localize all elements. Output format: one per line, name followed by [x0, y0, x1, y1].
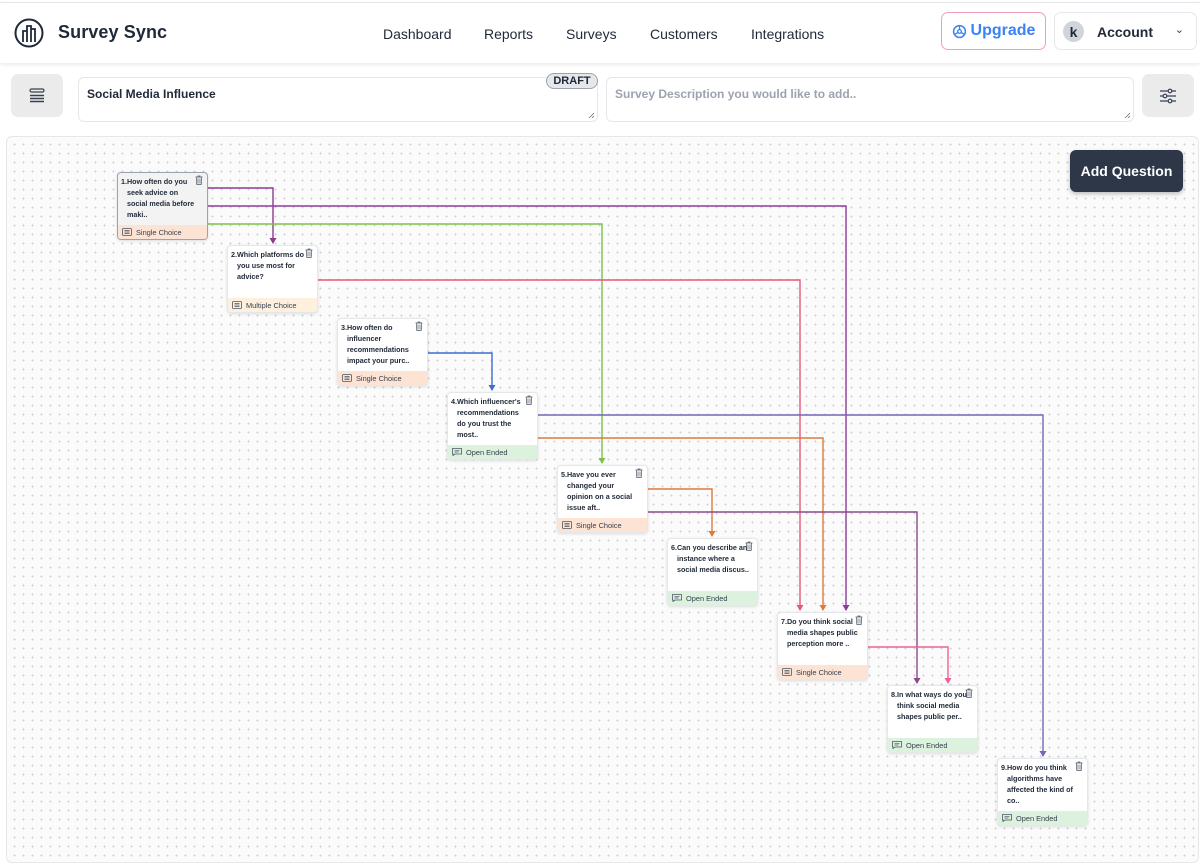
brand-name[interactable]: Survey Sync	[58, 22, 167, 43]
question-type-footer: Single Choice	[558, 518, 647, 532]
question-text: 2.Which platforms do you use most for ad…	[231, 250, 305, 281]
upgrade-button[interactable]: Upgrade	[941, 12, 1046, 50]
question-type-label: Single Choice	[576, 520, 622, 530]
comment-icon	[672, 594, 682, 602]
add-question-button[interactable]: Add Question	[1070, 150, 1183, 192]
question-type-label: Open Ended	[686, 593, 728, 603]
trash-icon[interactable]	[525, 395, 533, 405]
question-list-button[interactable]	[11, 74, 63, 117]
comment-icon	[1002, 814, 1012, 822]
question-node[interactable]: 7.Do you think social media shapes publi…	[777, 612, 868, 680]
question-type-label: Multiple Choice	[246, 300, 297, 310]
question-type-footer: Multiple Choice	[228, 298, 317, 312]
question-node[interactable]: 2.Which platforms do you use most for ad…	[227, 245, 318, 313]
question-text: 9.How do you think algorithms have affec…	[1001, 763, 1073, 805]
trash-icon[interactable]	[635, 468, 643, 478]
settings-button[interactable]	[1142, 74, 1194, 117]
question-node[interactable]: 5.Have you ever changed your opinion on …	[557, 465, 648, 533]
question-text: 4.Which influencer's recommendations do …	[451, 397, 521, 439]
survey-title-input[interactable]: Social Media Influence	[78, 77, 598, 122]
nav-dashboard[interactable]: Dashboard	[383, 26, 452, 42]
single-choice-icon	[122, 228, 132, 236]
account-menu-button[interactable]: k Account ⌄	[1054, 12, 1197, 50]
question-node[interactable]: 6.Can you describe an instance where a s…	[667, 538, 758, 606]
question-type-label: Single Choice	[356, 373, 402, 383]
question-text: 7.Do you think social media shapes publi…	[781, 617, 858, 648]
comment-icon	[452, 448, 462, 456]
avatar: k	[1063, 21, 1084, 42]
single-choice-icon	[782, 668, 792, 676]
nav-integrations[interactable]: Integrations	[751, 26, 824, 42]
list-icon	[29, 87, 45, 102]
trash-icon[interactable]	[965, 688, 973, 698]
question-text: 8.In what ways do you think social media…	[891, 690, 967, 721]
multiple-choice-icon	[232, 301, 242, 309]
question-type-label: Single Choice	[796, 667, 842, 677]
upgrade-label: Upgrade	[970, 22, 1036, 39]
question-node[interactable]: 4.Which influencer's recommendations do …	[447, 392, 538, 460]
question-node[interactable]: 3.How often do influencer recommendation…	[337, 318, 428, 386]
question-type-footer: Single Choice	[778, 665, 867, 679]
question-type-label: Open Ended	[906, 740, 948, 750]
account-label: Account	[1097, 24, 1153, 40]
question-type-footer: Single Choice	[338, 371, 427, 385]
question-node[interactable]: 1.How often do you seek advice on social…	[117, 172, 208, 240]
trash-icon[interactable]	[305, 248, 313, 258]
survey-title-text: Social Media Influence	[87, 87, 216, 101]
question-type-label: Open Ended	[1016, 813, 1058, 823]
nav-customers[interactable]: Customers	[650, 26, 718, 42]
chevron-down-icon: ⌄	[1174, 24, 1184, 36]
question-text: 1.How often do you seek advice on social…	[121, 177, 195, 219]
question-type-footer: Open Ended	[888, 738, 977, 752]
question-text: 3.How often do influencer recommendation…	[341, 323, 410, 365]
survey-description-input[interactable]: Survey Description you would like to add…	[606, 77, 1134, 122]
question-text: 5.Have you ever changed your opinion on …	[561, 470, 633, 512]
sliders-icon	[1160, 88, 1176, 103]
question-node[interactable]: 8.In what ways do you think social media…	[887, 685, 978, 753]
gear-icon	[952, 24, 966, 38]
status-badge: DRAFT	[546, 73, 598, 89]
question-type-label: Single Choice	[136, 227, 182, 237]
comment-icon	[892, 741, 902, 749]
question-type-label: Open Ended	[466, 447, 508, 457]
trash-icon[interactable]	[855, 615, 863, 625]
single-choice-icon	[342, 374, 352, 382]
question-text: 6.Can you describe an instance where a s…	[671, 543, 749, 574]
question-type-footer: Open Ended	[998, 811, 1087, 825]
top-navbar: Survey Sync Dashboard Reports Surveys Cu…	[0, 2, 1200, 63]
trash-icon[interactable]	[195, 175, 203, 185]
resize-handle-icon[interactable]	[1124, 112, 1131, 119]
question-type-footer: Single Choice	[118, 225, 207, 239]
description-placeholder: Survey Description you would like to add…	[615, 87, 857, 101]
trash-icon[interactable]	[1075, 761, 1083, 771]
chart-circle-icon[interactable]	[14, 18, 44, 48]
trash-icon[interactable]	[415, 321, 423, 331]
question-type-footer: Open Ended	[448, 445, 537, 459]
resize-handle-icon[interactable]	[588, 112, 595, 119]
single-choice-icon	[562, 521, 572, 529]
question-type-footer: Open Ended	[668, 591, 757, 605]
trash-icon[interactable]	[745, 541, 753, 551]
question-node[interactable]: 9.How do you think algorithms have affec…	[997, 758, 1088, 826]
nav-surveys[interactable]: Surveys	[566, 26, 617, 42]
nav-reports[interactable]: Reports	[484, 26, 533, 42]
